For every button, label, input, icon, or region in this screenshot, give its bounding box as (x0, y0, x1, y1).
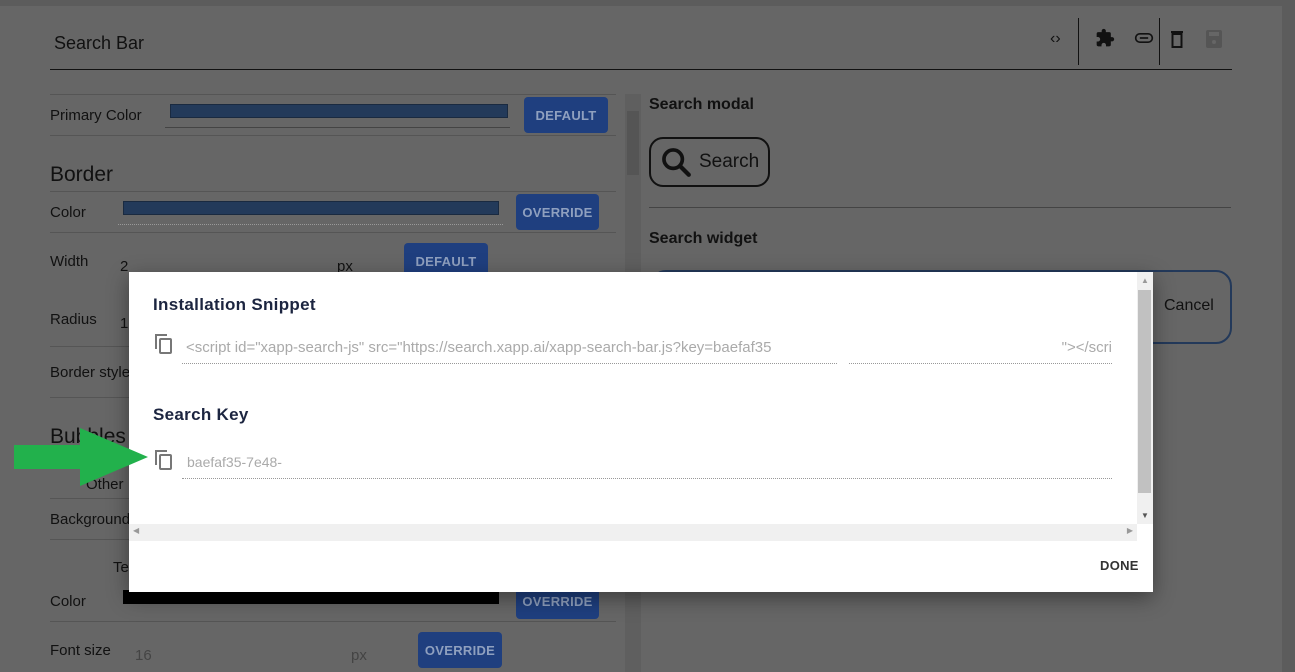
border-width-label: Width (50, 253, 89, 270)
search-key-field[interactable]: baefaf35-7e48- (182, 454, 1112, 479)
background-label: Background (50, 511, 131, 528)
row-divider (50, 94, 616, 95)
primary-color-swatch[interactable] (170, 104, 508, 118)
toolbar-divider (1078, 18, 1079, 65)
font-size-override-button[interactable]: OVERRIDE (418, 632, 502, 668)
arrow-annotation-icon (14, 428, 148, 486)
border-style-label: Border style (50, 364, 131, 381)
bubble-color-swatch[interactable] (123, 590, 499, 604)
header-divider (50, 69, 1232, 70)
primary-color-default-button[interactable]: DEFAULT (524, 97, 608, 133)
bubble-color-label: Color (50, 593, 86, 610)
horizontal-scrollbar[interactable]: ◀ ▶ (129, 524, 1137, 541)
code-icon[interactable]: ‹› (1050, 30, 1061, 48)
section-divider (649, 207, 1231, 208)
done-button[interactable]: DONE (1100, 558, 1139, 573)
copy-snippet-icon[interactable] (154, 333, 174, 360)
link-icon[interactable] (1134, 30, 1154, 51)
snippet-field[interactable]: <script id="xapp-search-js" src="https:/… (182, 339, 837, 364)
border-radius-input[interactable]: 1 (120, 315, 128, 332)
installation-dialog: Installation Snippet <script id="xapp-se… (129, 272, 1153, 592)
border-radius-label: Radius (50, 311, 97, 328)
border-color-override-button[interactable]: OVERRIDE (516, 194, 599, 230)
widget-cancel-button[interactable]: Cancel (1164, 297, 1214, 315)
copy-key-icon[interactable] (154, 449, 174, 476)
primary-color-label: Primary Color (50, 107, 142, 124)
search-icon (662, 148, 691, 177)
border-heading: Border (50, 163, 114, 186)
row-divider (50, 191, 616, 192)
search-widget-heading: Search widget (649, 230, 758, 247)
font-size-input[interactable]: 16 (135, 647, 152, 664)
field-underline (165, 127, 510, 128)
row-divider (50, 621, 616, 622)
search-key-heading: Search Key (153, 405, 249, 424)
field-underline (118, 224, 503, 225)
border-width-input[interactable]: 2 (120, 258, 128, 275)
border-color-label: Color (50, 204, 86, 221)
font-size-label: Font size (50, 642, 111, 659)
page-title: Search Bar (54, 33, 145, 53)
search-button-label: Search (699, 151, 760, 172)
search-modal-heading: Search modal (649, 96, 754, 113)
vertical-scrollbar[interactable]: ▲ ▼ (1137, 272, 1153, 524)
puzzle-icon[interactable] (1095, 28, 1115, 53)
border-color-swatch[interactable] (123, 201, 499, 215)
row-divider (50, 135, 616, 136)
search-modal-preview-button[interactable]: Search (649, 137, 770, 187)
row-divider (50, 232, 616, 233)
delete-icon[interactable] (1170, 30, 1184, 53)
text-sub-label: Te (113, 559, 129, 576)
font-size-unit-select[interactable]: px (351, 647, 367, 664)
snippet-field-tail[interactable]: "></scri (849, 339, 1112, 364)
toolbar-divider (1159, 18, 1160, 65)
snippet-heading: Installation Snippet (153, 295, 316, 314)
save-icon[interactable] (1206, 30, 1222, 53)
